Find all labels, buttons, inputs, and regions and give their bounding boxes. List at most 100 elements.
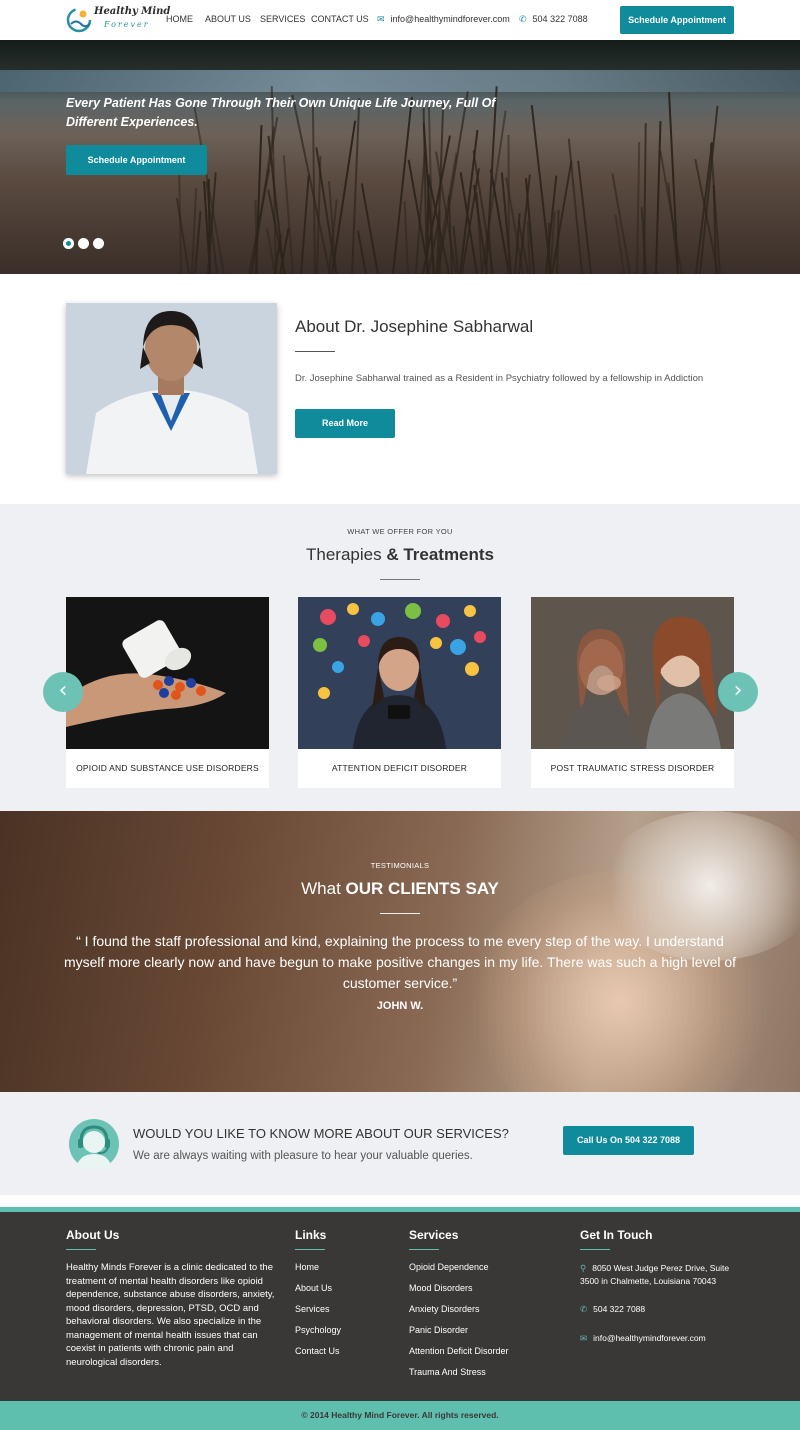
nav-phone[interactable]: ✆ 504 322 7088 xyxy=(519,14,588,25)
therapy-card-label: OPIOID AND SUBSTANCE USE DISORDERS xyxy=(76,763,259,773)
hero-title: Every Patient Has Gone Through Their Own… xyxy=(66,96,496,129)
slider-dot-2[interactable] xyxy=(78,238,89,249)
testimonial-quote: “ I found the staff professional and kin… xyxy=(63,933,737,991)
nav-email-text: info@healthymindforever.com xyxy=(390,14,510,24)
footer-service-trauma[interactable]: Trauma And Stress xyxy=(409,1367,486,1377)
testimonials-kicker: TESTIMONIALS xyxy=(370,861,430,870)
hero-water xyxy=(0,70,800,92)
slider-dot-1[interactable] xyxy=(63,238,74,249)
footer-link-services[interactable]: Services xyxy=(295,1304,330,1314)
testimonials-title-bold: OUR CLIENTS SAY xyxy=(345,879,499,898)
footer-link-about-us[interactable]: About Us xyxy=(295,1283,332,1293)
footer-link-contact-us[interactable]: Contact Us xyxy=(295,1346,340,1356)
therapy-card-ptsd[interactable]: POST TRAUMATIC STRESS DISORDER xyxy=(531,597,734,788)
footer-link-psychology[interactable]: Psychology xyxy=(295,1325,341,1335)
services-cta-strip: WOULD YOU LIKE TO KNOW MORE ABOUT OUR SE… xyxy=(0,1092,800,1195)
hero-grass-blade xyxy=(315,155,322,274)
hero-grass-blade xyxy=(438,210,442,274)
about-text: Dr. Josephine Sabharwal trained as a Res… xyxy=(295,373,704,384)
envelope-icon: ✉ xyxy=(580,1333,588,1343)
footer-services-heading: Services xyxy=(409,1228,459,1242)
therapy-card-label: ATTENTION DEFICIT DISORDER xyxy=(331,763,468,773)
testimonials-section: TESTIMONIALS What OUR CLIENTS SAY “ I fo… xyxy=(0,811,800,1092)
nav-phone-text: 504 322 7088 xyxy=(532,14,588,24)
footer-divider xyxy=(295,1249,325,1250)
carousel-next-button[interactable]: › xyxy=(718,672,758,712)
map-pin-icon: ⚲ xyxy=(580,1263,587,1273)
footer-email-text: info@healthymindforever.com xyxy=(593,1333,706,1343)
support-agent-icon xyxy=(69,1119,119,1170)
hero-grass-blade xyxy=(642,122,647,274)
footer-links-heading: Links xyxy=(295,1228,327,1242)
footer-email[interactable]: ✉ info@healthymindforever.com xyxy=(580,1332,706,1345)
about-divider xyxy=(295,351,335,352)
hero-grass-blade xyxy=(568,138,584,274)
logo-icon xyxy=(66,7,92,33)
therapies-divider xyxy=(380,579,420,580)
hero-grass-blade xyxy=(300,175,311,274)
testimonials-divider xyxy=(380,913,420,914)
therapies-kicker: WHAT WE OFFER FOR YOU xyxy=(347,527,453,536)
slider-dot-3[interactable] xyxy=(93,238,104,249)
nav-services[interactable]: SERVICES xyxy=(260,14,305,24)
copyright-bar: © 2014 Healthy Mind Forever. All rights … xyxy=(0,1401,800,1430)
nav-contact-us[interactable]: CONTACT US xyxy=(311,14,369,24)
hero-schedule-button[interactable]: Schedule Appointment xyxy=(66,145,207,175)
therapies-section: WHAT WE OFFER FOR YOU Therapies & Treatm… xyxy=(0,504,800,811)
footer-link-home[interactable]: Home xyxy=(295,1262,319,1272)
hero-grass-blade xyxy=(282,155,295,274)
call-us-button[interactable]: Call Us On 504 322 7088 xyxy=(563,1126,694,1155)
therapy-card-image xyxy=(66,597,269,749)
envelope-icon: ✉ xyxy=(377,14,385,24)
chevron-left-icon: ‹ xyxy=(58,678,68,703)
footer-service-panic[interactable]: Panic Disorder xyxy=(409,1325,468,1335)
about-section: About Dr. Josephine Sabharwal Dr. Joseph… xyxy=(0,274,800,504)
therapy-card-label: POST TRAUMATIC STRESS DISORDER xyxy=(550,763,715,773)
phone-icon: ✆ xyxy=(580,1304,588,1314)
footer-service-add[interactable]: Attention Deficit Disorder xyxy=(409,1346,509,1356)
nav-about-us[interactable]: ABOUT US xyxy=(205,14,251,24)
schedule-appointment-button[interactable]: Schedule Appointment xyxy=(620,6,734,34)
cta-subtitle: We are always waiting with pleasure to h… xyxy=(133,1150,473,1162)
footer-about-text: Healthy Minds Forever is a clinic dedica… xyxy=(66,1262,275,1368)
footer-divider xyxy=(580,1249,610,1250)
about-title: About Dr. Josephine Sabharwal xyxy=(295,317,534,336)
therapies-title-bold: & Treatments xyxy=(386,545,495,564)
doctor-photo xyxy=(66,303,277,474)
hero-grass-blade xyxy=(403,200,409,274)
chevron-right-icon: › xyxy=(733,678,743,703)
cta-question: WOULD YOU LIKE TO KNOW MORE ABOUT OUR SE… xyxy=(133,1126,509,1141)
footer-service-mood[interactable]: Mood Disorders xyxy=(409,1283,473,1293)
footer: About Us Healthy Minds Forever is a clin… xyxy=(0,1212,800,1401)
footer-divider xyxy=(409,1249,439,1250)
therapy-card-opioid[interactable]: OPIOID AND SUBSTANCE USE DISORDERS xyxy=(66,597,269,788)
hero-treeline xyxy=(0,40,800,72)
footer-service-opioid[interactable]: Opioid Dependence xyxy=(409,1262,489,1272)
nav-home[interactable]: HOME xyxy=(166,14,193,24)
therapy-card-image xyxy=(531,597,734,749)
nav-email[interactable]: ✉ info@healthymindforever.com xyxy=(377,14,510,25)
top-nav: Healthy Mind Forever HOME ABOUT US SERVI… xyxy=(0,0,800,40)
footer-service-anxiety[interactable]: Anxiety Disorders xyxy=(409,1304,480,1314)
therapy-card-image xyxy=(298,597,501,749)
hero-grass-blade xyxy=(636,141,641,274)
therapies-title: Therapies & Treatments xyxy=(0,545,800,565)
hero-grass-blade xyxy=(655,121,662,274)
therapy-card-add[interactable]: ATTENTION DEFICIT DISORDER xyxy=(298,597,501,788)
footer-address-text: 8050 West Judge Perez Drive, Suite 3500 … xyxy=(580,1263,730,1286)
logo-text-secondary: Forever xyxy=(104,20,150,29)
footer-phone-text: 504 322 7088 xyxy=(593,1304,646,1314)
carousel-prev-button[interactable]: ‹ xyxy=(43,672,83,712)
hero-slider: Every Patient Has Gone Through Their Own… xyxy=(0,40,800,274)
footer-phone[interactable]: ✆ 504 322 7088 xyxy=(580,1303,645,1316)
footer-contact-heading: Get In Touch xyxy=(580,1228,653,1242)
footer-about-heading: About Us xyxy=(66,1228,120,1242)
read-more-button[interactable]: Read More xyxy=(295,409,395,438)
testimonials-title: What OUR CLIENTS SAY xyxy=(0,879,800,899)
hero-grass-blade xyxy=(357,230,368,274)
testimonial-author: JOHN W. xyxy=(376,1000,424,1012)
testimonials-title-light: What xyxy=(301,879,346,898)
therapies-title-light: Therapies xyxy=(305,545,387,564)
site-logo[interactable]: Healthy Mind Forever xyxy=(66,5,170,35)
hero-grass-blade xyxy=(175,198,190,274)
